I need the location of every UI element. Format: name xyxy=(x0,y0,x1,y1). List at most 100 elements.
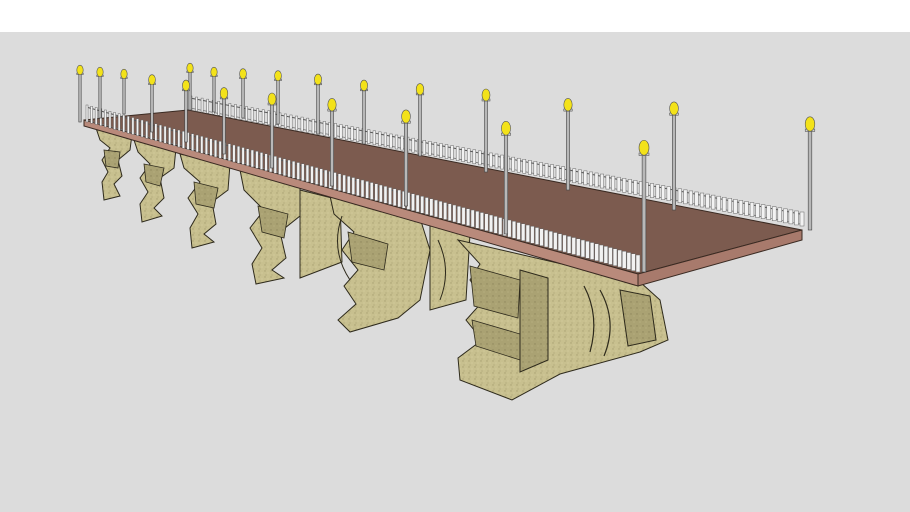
rail-baluster xyxy=(420,196,425,214)
rail-baluster xyxy=(300,116,304,132)
rail-baluster xyxy=(467,148,471,163)
rail-baluster xyxy=(374,183,379,201)
lamp-pole xyxy=(270,103,274,169)
rail-baluster xyxy=(500,154,504,170)
rail-baluster xyxy=(794,210,799,226)
rail-baluster xyxy=(777,207,782,223)
rail-baluster xyxy=(256,108,260,123)
lamp-bulb xyxy=(481,88,491,102)
lamp-bulb xyxy=(804,116,816,132)
rail-baluster xyxy=(319,168,323,186)
rail-baluster xyxy=(461,147,465,162)
rail-baluster xyxy=(699,192,705,208)
rail-baluster xyxy=(666,186,671,201)
lamp-bulb xyxy=(501,121,511,136)
rail-baluster xyxy=(356,178,360,196)
lamp-pole xyxy=(150,83,154,133)
lamp-bulb xyxy=(210,66,218,78)
rail-baluster xyxy=(333,123,337,138)
rail-baluster xyxy=(234,104,237,119)
rail-baluster xyxy=(457,206,461,224)
rail-baluster xyxy=(324,169,328,188)
rail-baluster xyxy=(744,201,749,216)
rail-baluster xyxy=(494,153,499,169)
rail-baluster xyxy=(182,131,185,149)
rail-baluster xyxy=(616,176,621,192)
rail-baluster xyxy=(422,140,426,155)
rail-baluster xyxy=(461,207,466,225)
lamp-bulb xyxy=(182,79,190,92)
rail-baluster xyxy=(433,142,438,157)
rail-baluster xyxy=(511,156,515,172)
rail-baluster xyxy=(705,193,710,209)
rail-baluster xyxy=(631,253,636,271)
rail-baluster xyxy=(191,133,195,151)
rail-baluster xyxy=(172,128,176,146)
rail-baluster xyxy=(259,152,264,170)
rail-baluster xyxy=(727,198,732,213)
rail-baluster xyxy=(379,184,383,203)
lamp-pole xyxy=(362,89,366,145)
rail-baluster xyxy=(264,153,268,171)
lamp-pole xyxy=(418,93,422,157)
rail-baluster xyxy=(605,174,610,190)
rail-baluster xyxy=(342,174,346,193)
rail-baluster xyxy=(104,109,107,128)
lamp-pole xyxy=(566,109,570,191)
rail-baluster xyxy=(367,129,371,144)
rail-baluster xyxy=(383,186,388,204)
rail-baluster xyxy=(311,118,315,134)
rail-baluster xyxy=(626,252,632,270)
lamp-pole xyxy=(184,89,188,143)
rail-baluster xyxy=(400,135,404,151)
lamp-bulb xyxy=(239,68,247,80)
rail-baluster xyxy=(470,209,475,228)
rail-baluster xyxy=(550,164,554,179)
rail-baluster xyxy=(493,216,498,234)
rail-baluster xyxy=(589,171,593,187)
rail-baluster xyxy=(360,179,365,198)
rail-baluster xyxy=(428,141,432,156)
rail-baluster xyxy=(113,112,116,130)
rail-baluster xyxy=(677,188,682,204)
rail-baluster xyxy=(567,236,572,254)
rail-baluster xyxy=(108,111,112,129)
lamp-bulb xyxy=(314,73,322,86)
rail-baluster xyxy=(452,204,457,223)
rail-baluster xyxy=(466,208,471,226)
rail-baluster xyxy=(561,166,566,181)
rail-baluster xyxy=(479,212,484,230)
rail-baluster xyxy=(539,228,544,246)
lamp-pole xyxy=(212,75,216,113)
rail-baluster xyxy=(310,166,314,184)
rail-baluster xyxy=(539,162,543,177)
rail-baluster xyxy=(267,110,271,126)
rail-baluster xyxy=(608,247,613,265)
lamp-bulb xyxy=(415,83,425,96)
rail-baluster xyxy=(90,106,93,124)
rail-baluster xyxy=(232,144,236,163)
rail-baluster xyxy=(140,119,144,138)
rail-baluster xyxy=(278,157,282,175)
lamp-pole xyxy=(241,77,245,119)
rail-baluster xyxy=(516,157,521,173)
rail-baluster xyxy=(577,169,582,185)
rail-baluster xyxy=(369,182,374,200)
pier-3 xyxy=(179,153,231,249)
rail-baluster xyxy=(296,162,300,180)
rail-baluster xyxy=(131,117,135,135)
rail-baluster xyxy=(447,203,452,221)
lamp-bulb xyxy=(638,139,650,156)
rail-baluster xyxy=(424,197,429,215)
rail-baluster xyxy=(218,141,222,159)
lamp-bulb xyxy=(401,109,411,124)
rail-baluster xyxy=(622,251,627,269)
3d-model-viewport[interactable] xyxy=(0,32,910,512)
rail-baluster xyxy=(245,106,248,121)
rail-baluster xyxy=(237,146,241,164)
rail-baluster xyxy=(168,127,172,145)
rail-baluster xyxy=(94,107,98,125)
lamp-pole xyxy=(503,133,509,235)
rail-baluster xyxy=(273,156,277,174)
rail-baluster xyxy=(214,139,218,158)
